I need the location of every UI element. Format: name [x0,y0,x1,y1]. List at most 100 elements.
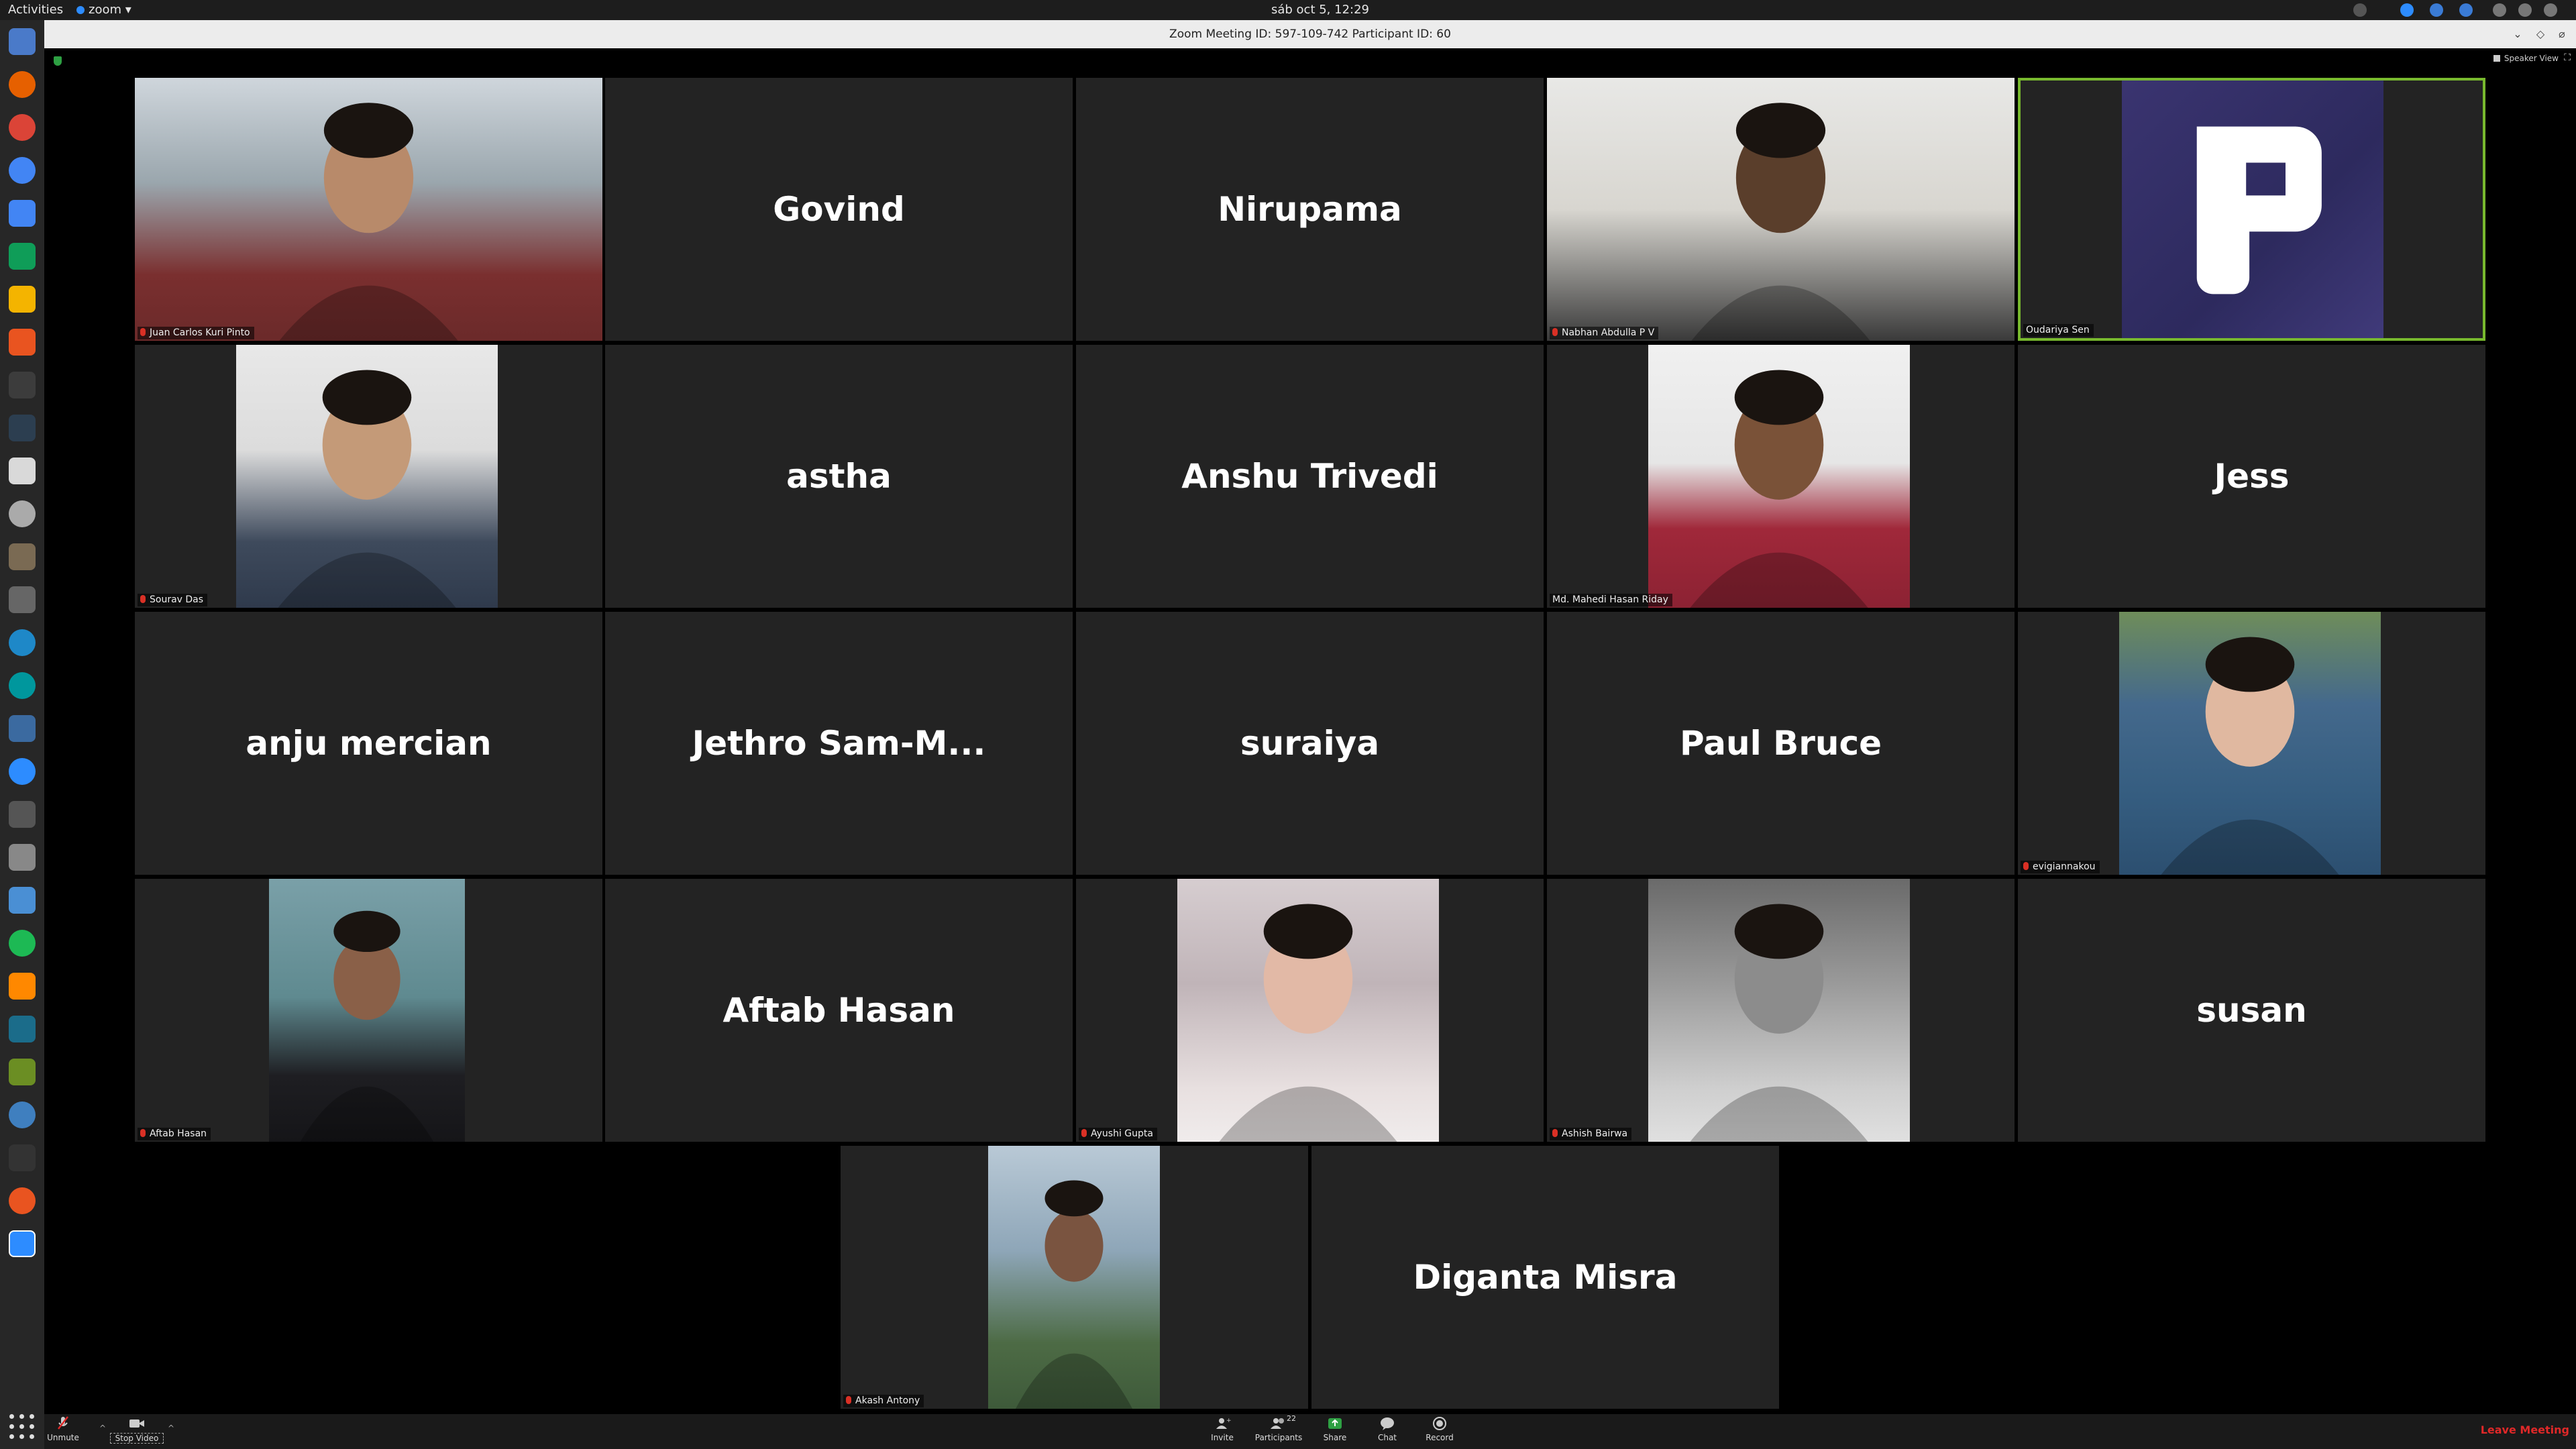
participant-name-label: Ayushi Gupta [1079,1128,1157,1140]
participant-name-display: astha [786,457,892,496]
chat-button[interactable]: Chat [1360,1415,1414,1442]
dropbox-icon[interactable] [2430,3,2443,17]
chromium-icon[interactable] [9,157,36,184]
accessibility-icon[interactable] [2353,3,2367,17]
zoom-icon[interactable] [9,758,36,785]
browser-icon[interactable] [9,629,36,656]
participant-tile[interactable]: Oudariya Sen [2018,78,2485,341]
participant-name-display: Diganta Misra [1413,1258,1678,1297]
chat-label: Chat [1377,1433,1397,1442]
participant-tile[interactable]: susan [2018,879,2485,1142]
participant-name-display: Jess [2214,457,2290,496]
participant-tile[interactable]: Juan Carlos Kuri Pinto [135,78,602,341]
participant-name-text: Ashish Bairwa [1562,1128,1628,1139]
leave-meeting-button[interactable]: Leave Meeting [2481,1424,2569,1436]
participant-tile[interactable]: Sourav Das [135,345,602,608]
participant-tile[interactable]: suraiya [1076,612,1544,875]
volume-icon[interactable] [2518,3,2532,17]
participant-tile[interactable]: Akash Antony [841,1146,1308,1409]
mic-muted-icon [846,1396,851,1404]
svg-text:+: + [1226,1417,1232,1424]
docs-icon[interactable] [9,200,36,227]
participant-tile[interactable]: astha [605,345,1073,608]
participant-video [269,879,465,1142]
pycharm-icon[interactable] [9,1016,36,1042]
stop-video-button[interactable]: Stop Video [110,1415,164,1444]
participant-tile[interactable]: Ashish Bairwa [1547,879,2015,1142]
activities-button[interactable]: Activities [8,3,63,17]
video-options-caret-icon[interactable]: ^ [168,1424,174,1433]
text-editor-icon[interactable] [9,458,36,484]
participant-name-display: Paul Bruce [1679,724,1882,763]
participant-tile[interactable]: Nirupama [1076,78,1544,341]
disc-icon[interactable] [9,500,36,527]
app-dock [0,20,44,1449]
vmware-icon[interactable] [9,887,36,914]
firefox-icon[interactable] [9,71,36,98]
bluetooth-icon[interactable] [2459,3,2473,17]
grid-icon[interactable] [9,1414,35,1440]
participant-tile[interactable]: Govind [605,78,1073,341]
gimp-icon[interactable] [9,543,36,570]
participant-video [236,345,498,608]
tools-icon[interactable] [9,372,36,398]
sheets-icon[interactable] [9,243,36,270]
participant-video [1177,879,1439,1142]
close-icon[interactable]: ⌀ [2552,20,2572,48]
minimize-icon[interactable]: ⌄ [2508,20,2528,48]
person-silhouette-icon [278,370,456,608]
ubuntu-icon[interactable] [9,1187,36,1214]
zoom-active-icon[interactable] [9,1230,36,1257]
person-silhouette-icon [1690,370,1868,608]
monitor-icon[interactable] [9,1144,36,1171]
participant-tile[interactable]: Jethro Sam-M... [605,612,1073,875]
restore-icon[interactable]: ◇ [2530,20,2551,48]
unmute-button[interactable]: Unmute [36,1415,90,1442]
fullscreen-icon[interactable]: ⛶ [2564,52,2571,63]
record-button[interactable]: Record [1413,1415,1466,1442]
participant-tile[interactable]: Anshu Trivedi [1076,345,1544,608]
encryption-shield-icon[interactable] [54,56,62,66]
terminal-icon[interactable] [9,415,36,441]
share-button[interactable]: Share [1308,1415,1362,1442]
participants-button[interactable]: 22 Participants [1252,1414,1305,1442]
slides-icon[interactable] [9,286,36,313]
participant-video [2119,612,2381,875]
participant-name-label: Nabhan Abdulla P V [1550,327,1659,339]
android-icon[interactable] [9,1059,36,1085]
participant-tile[interactable]: evigiannakou [2018,612,2485,875]
participant-name-display: suraiya [1240,724,1380,763]
mic-muted-icon [58,1416,68,1430]
speaker-view-button[interactable]: Speaker View [2493,54,2559,63]
earth-icon[interactable] [9,1102,36,1128]
zoom-tray-icon[interactable] [2400,3,2414,17]
invite-button[interactable]: + Invite [1195,1415,1249,1442]
software-center-icon[interactable] [9,329,36,356]
participant-tile[interactable]: Aftab Hasan [605,879,1073,1142]
spotify-icon[interactable] [9,930,36,957]
vscode-icon[interactable] [9,715,36,742]
clock[interactable]: sáb oct 5, 12:29 [1267,3,1374,17]
participants-label: Participants [1254,1433,1303,1442]
participant-name-display: Jethro Sam-M... [692,724,986,763]
arduino-icon[interactable] [9,672,36,699]
participant-tile[interactable]: Paul Bruce [1547,612,2015,875]
keyboard-icon[interactable] [9,844,36,871]
participant-tile[interactable]: Md. Mahedi Hasan Riday [1547,345,2015,608]
app-menu[interactable]: zoom ▾ [76,3,131,17]
participant-name-label: Akash Antony [843,1395,924,1407]
participant-tile[interactable]: Jess [2018,345,2485,608]
participant-tile[interactable]: Aftab Hasan [135,879,602,1142]
audio-options-caret-icon[interactable]: ^ [99,1424,106,1433]
participant-tile[interactable]: anju mercian [135,612,602,875]
chrome-icon[interactable] [9,114,36,141]
network-icon[interactable] [2493,3,2506,17]
participant-tile[interactable]: Diganta Misra [1311,1146,1779,1409]
calculator-icon[interactable] [9,801,36,828]
participant-tile[interactable]: Ayushi Gupta [1076,879,1544,1142]
power-icon[interactable] [2544,3,2557,17]
vlc-icon[interactable] [9,973,36,1000]
video-icon[interactable] [9,586,36,613]
files-icon[interactable] [9,28,36,55]
participant-tile[interactable]: Nabhan Abdulla P V [1547,78,2015,341]
